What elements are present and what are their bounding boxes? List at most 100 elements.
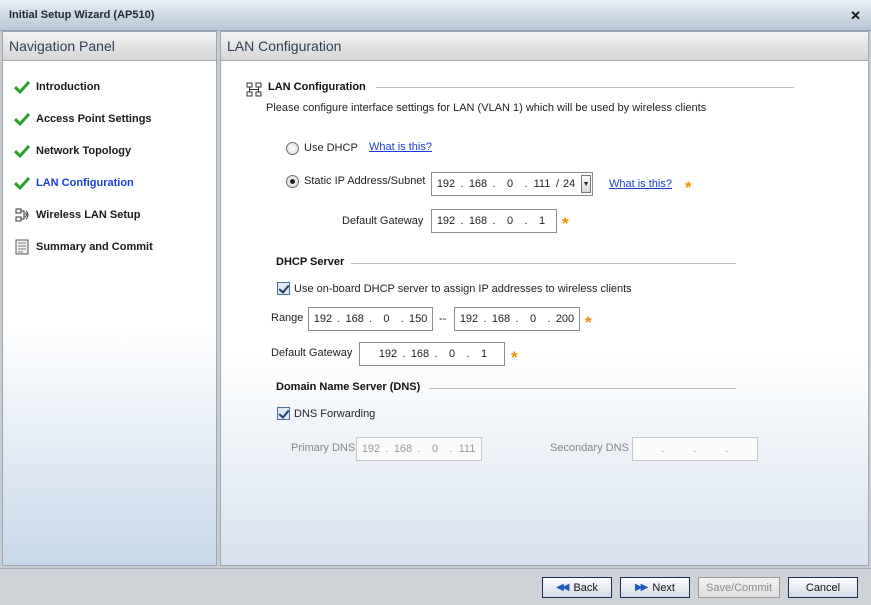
use-dhcp-what-is-this-link[interactable]: What is this? bbox=[369, 141, 432, 153]
dhcp-range-start-field[interactable]: 192. 168. 0. 150 bbox=[308, 307, 433, 331]
check-icon bbox=[13, 79, 31, 95]
ip-octet: 0 bbox=[383, 313, 390, 325]
ip-octet: 192 bbox=[313, 313, 333, 325]
ip-octet: 111 bbox=[533, 178, 551, 190]
check-icon bbox=[13, 143, 31, 159]
use-dhcp-label: Use DHCP bbox=[304, 142, 358, 154]
window-title: Initial Setup Wizard (AP510) bbox=[9, 9, 155, 21]
nav-item-label: LAN Configuration bbox=[36, 177, 134, 189]
lan-gateway-label: Default Gateway bbox=[342, 215, 424, 227]
ip-octet: 1 bbox=[538, 215, 546, 227]
cancel-button-label: Cancel bbox=[805, 581, 841, 594]
dns-forwarding-label: DNS Forwarding bbox=[294, 408, 376, 420]
static-ip-radio[interactable] bbox=[286, 175, 299, 188]
wireless-network-icon bbox=[13, 207, 31, 223]
dns-section-divider bbox=[429, 388, 736, 389]
required-marker: * bbox=[511, 348, 518, 367]
ip-octet: 168 bbox=[410, 348, 430, 360]
nav-item-label: Network Topology bbox=[36, 145, 132, 157]
ip-dot: . bbox=[693, 443, 697, 455]
nav-item-wireless-lan-setup[interactable]: Wireless LAN Setup bbox=[3, 199, 216, 231]
static-ip-field[interactable]: 192. 168. 0. 111 / 24 ▼ bbox=[431, 172, 593, 196]
ip-dot: . bbox=[661, 443, 665, 455]
navigation-panel: Navigation Panel Introduction Access Poi… bbox=[2, 31, 217, 566]
ip-octet: 192 bbox=[361, 443, 381, 455]
dhcp-range-end-field[interactable]: 192. 168. 0. 200 bbox=[454, 307, 580, 331]
required-marker: * bbox=[562, 214, 569, 233]
dhcp-server-checkbox-label: Use on-board DHCP server to assign IP ad… bbox=[294, 283, 632, 295]
ip-octet: 1 bbox=[480, 348, 488, 360]
window-titlebar: Initial Setup Wizard (AP510) ✕ bbox=[0, 0, 871, 31]
next-button[interactable]: ▶▶ Next bbox=[620, 577, 690, 598]
fast-forward-icon: ▶▶ bbox=[634, 582, 648, 593]
nav-item-label: Summary and Commit bbox=[36, 241, 153, 253]
dhcp-range-label: Range bbox=[271, 312, 304, 324]
subnet-mask-value: 24 bbox=[562, 178, 576, 190]
cancel-button[interactable]: Cancel bbox=[788, 577, 858, 598]
ip-octet: 150 bbox=[408, 313, 428, 325]
ip-dot: . bbox=[725, 443, 729, 455]
dhcp-range-separator: -- bbox=[439, 313, 447, 325]
ip-octet: 192 bbox=[378, 348, 398, 360]
static-ip-label: Static IP Address/Subnet bbox=[304, 175, 426, 187]
nav-item-introduction[interactable]: Introduction bbox=[3, 71, 216, 103]
wizard-footer: ◀◀ Back ▶▶ Next Save/Commit Cancel bbox=[0, 568, 871, 605]
primary-dns-field[interactable]: 192. 168. 0. 111 bbox=[356, 437, 482, 461]
required-marker: * bbox=[685, 178, 692, 197]
nav-item-network-topology[interactable]: Network Topology bbox=[3, 135, 216, 167]
ip-octet: 168 bbox=[491, 313, 511, 325]
nav-item-label: Access Point Settings bbox=[36, 113, 152, 125]
secondary-dns-field[interactable]: . . . bbox=[632, 437, 758, 461]
check-icon bbox=[13, 175, 31, 191]
dhcp-gateway-label: Default Gateway bbox=[271, 347, 353, 359]
rewind-icon: ◀◀ bbox=[556, 582, 569, 593]
ip-octet: 192 bbox=[459, 313, 479, 325]
dns-section-title: Domain Name Server (DNS) bbox=[276, 381, 421, 393]
ip-octet: 0 bbox=[506, 215, 514, 227]
back-button-label: Back bbox=[573, 581, 598, 594]
lan-section-divider bbox=[376, 87, 794, 88]
ip-octet: 111 bbox=[458, 443, 476, 455]
ip-octet: 0 bbox=[448, 348, 456, 360]
check-icon bbox=[13, 111, 31, 127]
ip-octet: 168 bbox=[468, 178, 488, 190]
subnet-dropdown-arrow-icon[interactable]: ▼ bbox=[581, 175, 592, 193]
network-icon bbox=[246, 82, 262, 100]
nav-item-lan-configuration[interactable]: LAN Configuration bbox=[3, 167, 216, 199]
ip-octet: 168 bbox=[345, 313, 364, 325]
ip-octet: 168 bbox=[393, 443, 413, 455]
save-commit-button-label: Save/Commit bbox=[705, 581, 773, 594]
dns-forwarding-checkbox[interactable] bbox=[277, 407, 290, 420]
ip-octet: 0 bbox=[431, 443, 439, 455]
lan-gateway-field[interactable]: 192. 168. 0. 1 bbox=[431, 209, 557, 233]
nav-item-access-point-settings[interactable]: Access Point Settings bbox=[3, 103, 216, 135]
back-button[interactable]: ◀◀ Back bbox=[542, 577, 612, 598]
primary-dns-label: Primary DNS bbox=[291, 442, 356, 454]
ip-octet: 192 bbox=[436, 215, 456, 227]
ip-octet: 0 bbox=[529, 313, 537, 325]
use-dhcp-radio[interactable] bbox=[286, 142, 299, 155]
required-marker: * bbox=[585, 313, 592, 332]
document-icon bbox=[13, 239, 31, 255]
save-commit-button[interactable]: Save/Commit bbox=[698, 577, 780, 598]
next-button-label: Next bbox=[652, 581, 675, 594]
ip-octet: 0 bbox=[506, 178, 514, 190]
nav-item-label: Wireless LAN Setup bbox=[36, 209, 141, 221]
nav-item-label: Introduction bbox=[36, 81, 101, 93]
dhcp-section-divider bbox=[351, 263, 736, 264]
lan-section-title: LAN Configuration bbox=[268, 81, 366, 93]
dhcp-gateway-field[interactable]: 192. 168. 0. 1 bbox=[359, 342, 505, 366]
navigation-list: Introduction Access Point Settings Netwo… bbox=[3, 61, 216, 263]
dhcp-section-title: DHCP Server bbox=[276, 256, 345, 268]
dhcp-server-checkbox[interactable] bbox=[277, 282, 290, 295]
ip-octet: 200 bbox=[555, 313, 575, 325]
nav-item-summary-and-commit[interactable]: Summary and Commit bbox=[3, 231, 216, 263]
ip-octet: 192 bbox=[436, 178, 456, 190]
content-panel: LAN Configuration LAN Configuration Plea… bbox=[220, 31, 869, 566]
secondary-dns-label: Secondary DNS bbox=[550, 442, 629, 454]
content-panel-header: LAN Configuration bbox=[221, 32, 868, 61]
close-icon[interactable]: ✕ bbox=[850, 8, 861, 24]
static-ip-what-is-this-link[interactable]: What is this? bbox=[609, 178, 672, 190]
navigation-panel-header: Navigation Panel bbox=[3, 32, 216, 61]
ip-octet: 168 bbox=[468, 215, 488, 227]
